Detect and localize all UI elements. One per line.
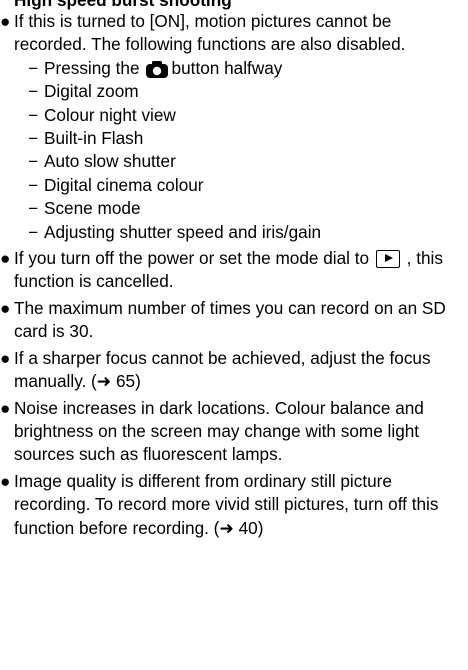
- bullet-marker: ●: [0, 297, 11, 318]
- bullet-text: If this is turned to [ON], motion pictur…: [14, 11, 406, 55]
- dash-marker: −: [28, 151, 39, 172]
- document-page: High speed burst shooting ● If this is t…: [0, 0, 468, 543]
- dash-marker: −: [28, 57, 39, 78]
- bullet-item: ● The maximum number of times you can re…: [0, 297, 468, 344]
- sub-item: − Pressing the button halfway: [14, 57, 466, 80]
- sub-item: − Adjusting shutter speed and iris/gain: [14, 221, 466, 244]
- sub-item: − Built-in Flash: [14, 127, 466, 150]
- camera-shutter-icon: [145, 60, 168, 78]
- sub-item-text: Adjusting shutter speed and iris/gain: [44, 221, 322, 242]
- bullet-marker: ●: [0, 248, 11, 269]
- dash-marker: −: [28, 104, 39, 125]
- bullet-item: ● If this is turned to [ON], motion pict…: [0, 10, 468, 244]
- sub-item-text: Digital cinema colour: [44, 174, 204, 195]
- bullet-text: If you turn off the power or set the mod…: [14, 248, 370, 269]
- playback-mode-icon: [375, 250, 400, 269]
- bullet-marker: ●: [0, 470, 11, 491]
- sub-item: − Colour night view: [14, 104, 466, 127]
- bullet-text: Noise increases in dark locations. Colou…: [14, 397, 424, 465]
- sub-item-text: Pressing the: [44, 57, 140, 78]
- dash-marker: −: [28, 81, 39, 102]
- bullet-text: Image quality is different from ordinary…: [14, 470, 439, 538]
- sub-item-text: Built-in Flash: [44, 128, 144, 149]
- sub-item-text: Colour night view: [44, 104, 176, 125]
- dash-marker: −: [28, 174, 39, 195]
- dash-marker: −: [28, 128, 39, 149]
- sub-item: − Auto slow shutter: [14, 150, 466, 173]
- bullet-text: If a sharper focus cannot be achieved, a…: [14, 347, 431, 392]
- sub-item-text: button halfway: [171, 57, 283, 78]
- bullet-item: ● Image quality is different from ordina…: [0, 470, 468, 540]
- dash-marker: −: [28, 221, 39, 242]
- bullet-text: The maximum number of times you can reco…: [14, 297, 446, 342]
- bullet-marker: ●: [0, 397, 11, 418]
- sub-item-text: Scene mode: [44, 198, 141, 219]
- sub-item: − Digital cinema colour: [14, 174, 466, 197]
- section-heading: High speed burst shooting: [14, 0, 232, 10]
- bullet-item: ● Noise increases in dark locations. Col…: [0, 397, 468, 467]
- bullet-marker: ●: [0, 347, 11, 368]
- dash-marker: −: [28, 198, 39, 219]
- sub-item: − Scene mode: [14, 197, 466, 220]
- sub-item: − Digital zoom: [14, 80, 466, 103]
- bullet-item: ● If you turn off the power or set the m…: [0, 247, 468, 294]
- sub-item-text: Auto slow shutter: [44, 151, 176, 172]
- bullet-item: ● If a sharper focus cannot be achieved,…: [0, 347, 468, 394]
- bullet-marker: ●: [0, 11, 11, 31]
- sub-item-text: Digital zoom: [44, 81, 139, 102]
